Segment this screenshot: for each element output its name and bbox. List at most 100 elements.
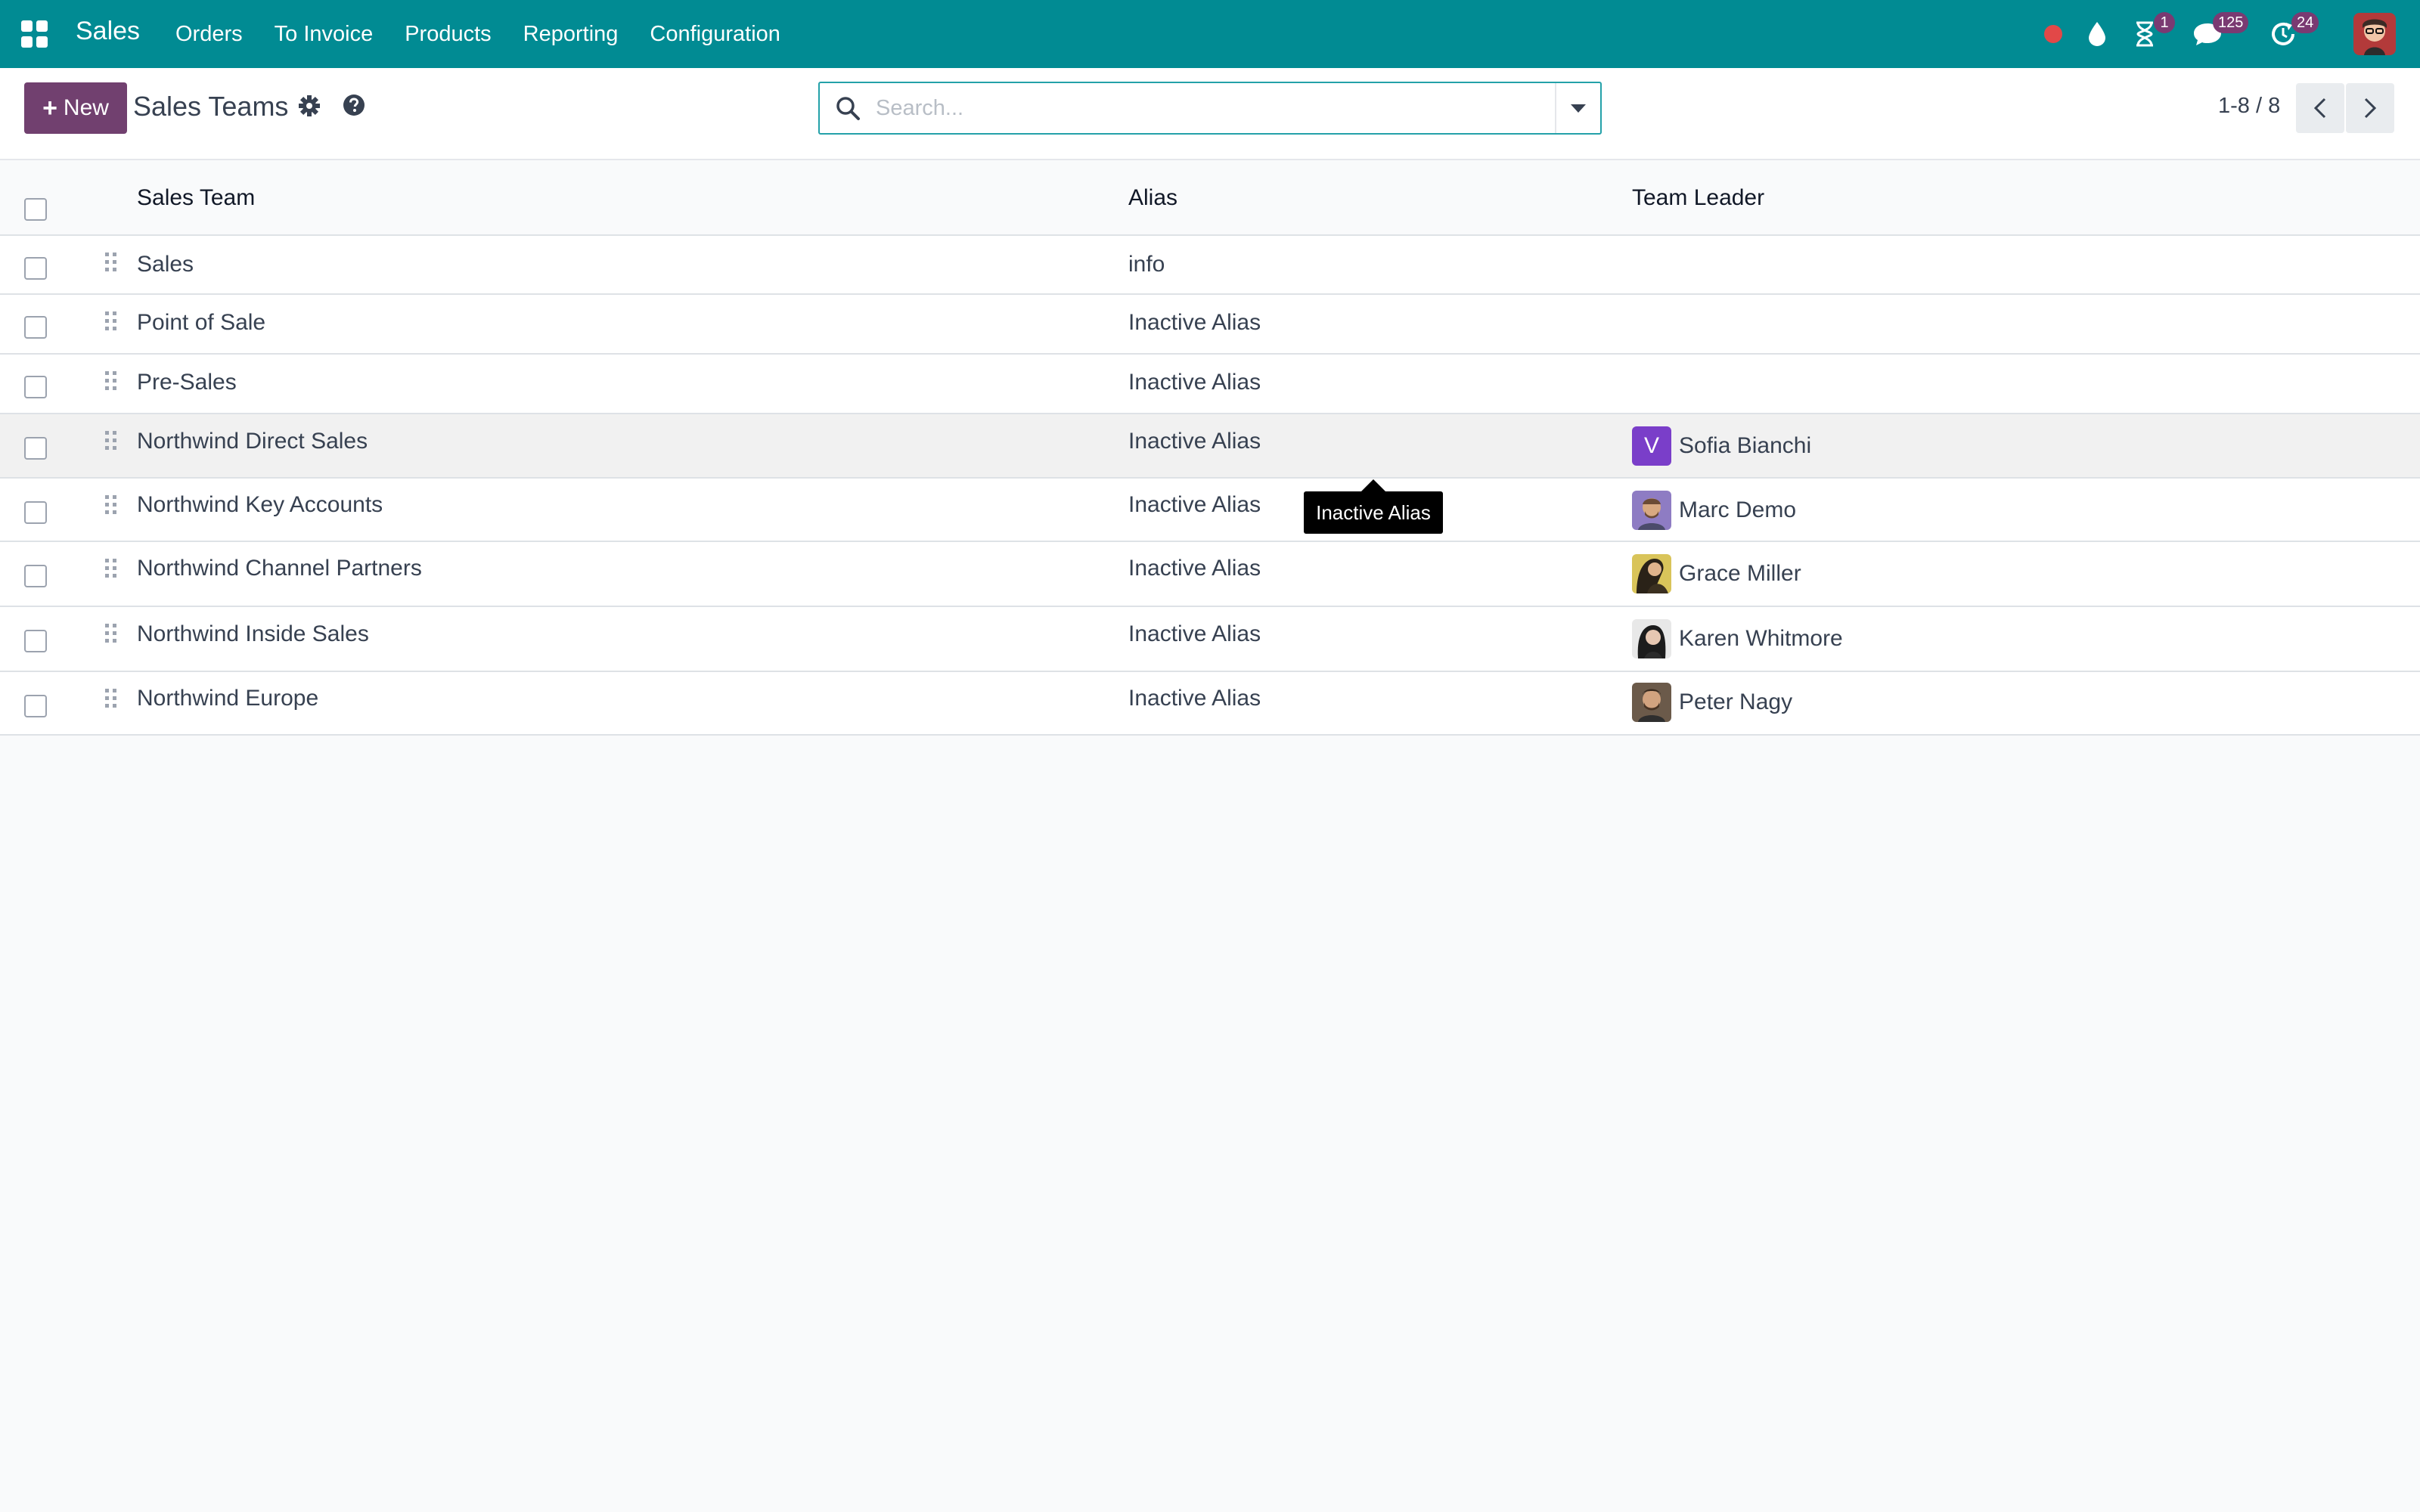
column-header-alias[interactable]: Alias — [1128, 185, 1177, 211]
cell-team-leader[interactable]: Grace Miller — [1632, 554, 1801, 593]
main-menu: Orders To Invoice Products Reporting Con… — [175, 0, 812, 68]
cell-alias: Inactive Alias — [1128, 310, 1261, 335]
cell-alias: info — [1128, 252, 1165, 277]
column-header-sales-team[interactable]: Sales Team — [137, 185, 255, 211]
table-row[interactable]: Northwind Europe Inactive Alias Peter Na… — [0, 672, 2420, 736]
cell-team-leader[interactable]: Karen Whitmore — [1632, 619, 1843, 658]
cell-alias: Inactive Alias — [1128, 686, 1261, 711]
table-row[interactable]: Point of Sale Inactive Alias — [0, 295, 2420, 355]
caret-down-icon — [1571, 104, 1586, 113]
drag-handle-icon[interactable] — [103, 370, 119, 392]
tooltip-arrow — [1361, 479, 1385, 491]
cell-alias: Inactive Alias — [1128, 556, 1261, 581]
cell-sales-team: Point of Sale — [137, 310, 266, 335]
column-header-team-leader[interactable]: Team Leader — [1632, 185, 1764, 211]
recording-dot-icon — [2044, 25, 2062, 43]
cell-sales-team: Pre-Sales — [137, 370, 237, 395]
cell-sales-team: Northwind Key Accounts — [137, 492, 383, 517]
cell-alias: Inactive Alias — [1128, 621, 1261, 646]
app-brand[interactable]: Sales — [76, 17, 140, 46]
row-checkbox[interactable] — [24, 376, 47, 398]
row-checkbox[interactable] — [24, 316, 47, 339]
control-panel: + New Sales Teams 1-8 / 8 — [0, 68, 2420, 160]
cell-sales-team: Northwind Direct Sales — [137, 429, 368, 454]
menu-to-invoice[interactable]: To Invoice — [275, 22, 374, 47]
activities-badge: 1 — [2154, 12, 2175, 33]
table-row[interactable]: Sales info — [0, 236, 2420, 295]
search-bar — [818, 82, 1602, 135]
top-navbar: Sales Orders To Invoice Products Reporti… — [0, 0, 2420, 68]
updates-button[interactable]: 24 — [2249, 0, 2319, 68]
updates-badge: 24 — [2291, 12, 2319, 33]
leader-avatar — [1632, 491, 1671, 530]
cell-sales-team: Northwind Channel Partners — [137, 556, 422, 581]
row-checkbox[interactable] — [24, 437, 47, 460]
cell-sales-team: Northwind Europe — [137, 686, 319, 711]
leader-name: Grace Miller — [1679, 561, 1801, 586]
list-header: Sales Team Alias Team Leader — [0, 160, 2420, 236]
row-checkbox[interactable] — [24, 630, 47, 652]
pager-value[interactable]: 1-8 / 8 — [2218, 94, 2280, 119]
leader-name: Karen Whitmore — [1679, 626, 1843, 651]
new-button-label: New — [63, 95, 109, 120]
select-all-checkbox[interactable] — [24, 198, 47, 221]
drag-handle-icon[interactable] — [103, 557, 119, 580]
cell-alias[interactable]: Inactive Alias — [1128, 429, 1261, 454]
leader-avatar — [1632, 683, 1671, 722]
table-row[interactable]: Pre-Sales Inactive Alias — [0, 355, 2420, 414]
drag-handle-icon[interactable] — [103, 494, 119, 516]
drag-handle-icon[interactable] — [103, 251, 119, 274]
hourglass-icon — [2136, 21, 2153, 47]
gear-icon[interactable] — [298, 94, 321, 117]
pager-next-button[interactable] — [2346, 83, 2394, 133]
help-icon[interactable] — [343, 94, 365, 116]
table-row[interactable]: Northwind Direct Sales Inactive Alias V … — [0, 414, 2420, 479]
alias-tooltip: Inactive Alias — [1304, 491, 1443, 534]
messages-button[interactable]: 125 — [2173, 0, 2249, 68]
chevron-right-icon — [2364, 98, 2377, 119]
row-checkbox[interactable] — [24, 501, 47, 524]
menu-products[interactable]: Products — [405, 22, 491, 47]
cell-sales-team: Northwind Inside Sales — [137, 621, 369, 646]
drop-icon — [2089, 22, 2105, 46]
cell-team-leader[interactable]: Marc Demo — [1632, 491, 1796, 530]
search-icon — [836, 97, 860, 120]
table-row[interactable]: Northwind Channel Partners Inactive Alia… — [0, 542, 2420, 607]
table-row[interactable]: Northwind Key Accounts Inactive Alias Ma… — [0, 479, 2420, 542]
menu-orders[interactable]: Orders — [175, 22, 243, 47]
row-checkbox[interactable] — [24, 257, 47, 280]
search-input[interactable] — [876, 89, 1526, 127]
drag-handle-icon[interactable] — [103, 310, 119, 333]
page-title[interactable]: Sales Teams — [133, 91, 288, 122]
sales-team-list: Sales Team Alias Team Leader Sales info … — [0, 160, 2420, 736]
menu-reporting[interactable]: Reporting — [523, 22, 619, 47]
row-checkbox[interactable] — [24, 565, 47, 587]
systray: 1 125 24 — [2027, 0, 2420, 68]
menu-configuration[interactable]: Configuration — [650, 22, 780, 47]
leader-name: Marc Demo — [1679, 497, 1797, 522]
plus-icon: + — [42, 94, 57, 122]
row-checkbox[interactable] — [24, 695, 47, 717]
leader-avatar — [1632, 619, 1671, 658]
drag-handle-icon[interactable] — [103, 687, 119, 710]
cell-team-leader[interactable]: V Sofia Bianchi — [1632, 426, 1811, 466]
cell-team-leader[interactable]: Peter Nagy — [1632, 683, 1792, 722]
cell-alias: Inactive Alias — [1128, 370, 1261, 395]
leader-avatar: V — [1632, 426, 1671, 466]
chevron-left-icon — [2313, 98, 2326, 119]
user-avatar[interactable] — [2353, 13, 2396, 55]
cell-sales-team: Sales — [137, 252, 194, 277]
drag-handle-icon[interactable] — [103, 429, 119, 452]
messages-badge: 125 — [2213, 12, 2249, 33]
leader-name: Peter Nagy — [1679, 689, 1793, 714]
leader-name: Sofia Bianchi — [1679, 433, 1812, 458]
app-menu-icon[interactable] — [21, 20, 48, 48]
drag-handle-icon[interactable] — [103, 622, 119, 645]
table-row[interactable]: Northwind Inside Sales Inactive Alias Ka… — [0, 607, 2420, 672]
cell-alias: Inactive Alias — [1128, 492, 1261, 517]
leader-avatar — [1632, 554, 1671, 593]
search-options-toggle[interactable] — [1555, 83, 1600, 133]
pager-previous-button[interactable] — [2296, 83, 2344, 133]
activities-button[interactable]: 1 — [2114, 0, 2175, 68]
new-button[interactable]: + New — [24, 82, 127, 134]
